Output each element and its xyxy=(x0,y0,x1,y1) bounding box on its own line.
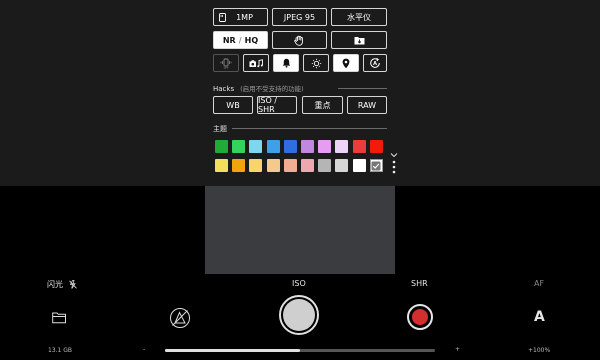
resolution-button[interactable]: 1MP xyxy=(213,8,268,26)
shutter-button[interactable] xyxy=(279,295,319,335)
theme-swatch[interactable] xyxy=(215,159,228,172)
hacks-section-title: Hacks (启用不受支持的功能) xyxy=(213,83,304,93)
vibrate-icon: OFF xyxy=(220,58,232,69)
hack-raw-label: RAW xyxy=(357,100,377,110)
theme-swatch[interactable] xyxy=(266,159,280,172)
location-pin-icon xyxy=(342,58,350,69)
level-label: 水平仪 xyxy=(347,12,371,22)
theme-swatch[interactable] xyxy=(318,159,332,172)
hack-iso-shr-button[interactable]: ISO / SHR xyxy=(257,96,297,114)
flash-label: 闪光 xyxy=(47,280,63,289)
hacks-title: Hacks xyxy=(213,85,235,93)
zoom-minus[interactable]: - xyxy=(143,346,145,353)
rotation-toggle[interactable]: A xyxy=(363,54,387,72)
nr-separator: / xyxy=(238,35,242,45)
shr-label[interactable]: SHR xyxy=(411,279,428,288)
theme-swatch[interactable] xyxy=(301,159,314,172)
viewfinder-left xyxy=(0,186,205,274)
sound-toggle[interactable] xyxy=(243,54,269,72)
gesture-button[interactable] xyxy=(272,31,327,49)
vibrate-toggle[interactable]: OFF xyxy=(213,54,239,72)
format-button[interactable]: JPEG 95 xyxy=(272,8,327,26)
resolution-label: 1MP xyxy=(236,12,253,22)
theme-swatch[interactable] xyxy=(301,140,314,153)
notification-toggle[interactable] xyxy=(273,54,299,72)
hack-raw-button[interactable]: RAW xyxy=(347,96,387,114)
hq-label: HQ xyxy=(244,35,259,45)
shutter-button-inner xyxy=(283,299,315,331)
theme-swatch[interactable] xyxy=(335,159,349,172)
hacks-subtitle: (启用不受支持的功能) xyxy=(240,85,304,93)
nr-label: NR xyxy=(222,35,236,45)
format-label: JPEG 95 xyxy=(283,12,316,22)
hack-focus-label: 重点 xyxy=(314,100,331,110)
sd-card-icon xyxy=(219,12,226,22)
hack-focus-button[interactable]: 重点 xyxy=(302,96,343,114)
viewfinder-right xyxy=(395,186,600,274)
auto-rotate-icon: A xyxy=(369,57,381,69)
settings-panel: 1MP JPEG 95 水平仪 NR / HQ OFF A Hacks (启用不… xyxy=(0,0,600,186)
theme-swatch[interactable] xyxy=(335,140,349,153)
gallery-folder-icon[interactable] xyxy=(52,309,67,328)
theme-swatch[interactable] xyxy=(215,140,228,153)
hack-iso-shr-label: ISO / SHR xyxy=(258,96,277,114)
svg-text:OFF: OFF xyxy=(224,65,229,68)
brightness-toggle[interactable] xyxy=(303,54,329,72)
svg-text:A: A xyxy=(373,61,377,67)
theme-swatch[interactable] xyxy=(249,140,263,153)
theme-swatch[interactable] xyxy=(232,140,246,153)
iso-label[interactable]: ISO xyxy=(292,279,306,288)
af-label[interactable]: AF xyxy=(534,279,544,288)
save-location-button[interactable] xyxy=(331,31,387,49)
flash-control[interactable]: 闪光 xyxy=(47,279,77,290)
hack-wb-label: WB xyxy=(226,100,240,110)
theme-swatch[interactable] xyxy=(318,140,332,153)
location-toggle[interactable] xyxy=(333,54,359,72)
zoom-slider[interactable] xyxy=(165,349,435,352)
record-button[interactable] xyxy=(407,304,433,330)
hacks-divider xyxy=(338,88,387,89)
more-options-icon[interactable] xyxy=(392,159,396,178)
switch-camera-icon[interactable] xyxy=(169,307,191,333)
check-icon xyxy=(371,161,381,170)
zoom-plus[interactable]: + xyxy=(455,346,460,353)
brightness-icon xyxy=(311,58,322,69)
record-button-dot xyxy=(412,309,428,325)
bell-icon xyxy=(282,58,291,68)
camera-music-icon xyxy=(249,58,264,68)
theme-swatch[interactable] xyxy=(369,140,383,153)
storage-free: 13.1 GB xyxy=(48,347,73,354)
theme-divider xyxy=(232,128,387,129)
theme-swatch[interactable] xyxy=(249,159,263,172)
zoom-slider-fill xyxy=(165,349,300,352)
focus-mode-label[interactable]: A xyxy=(534,309,545,325)
theme-swatch-selected[interactable] xyxy=(369,159,383,172)
theme-swatch[interactable] xyxy=(266,140,280,153)
hack-wb-button[interactable]: WB xyxy=(213,96,253,114)
flash-off-icon xyxy=(69,280,77,289)
viewfinder-preview[interactable] xyxy=(205,186,395,274)
theme-swatch[interactable] xyxy=(232,159,246,172)
nr-hq-button[interactable]: NR / HQ xyxy=(213,31,268,49)
theme-swatch[interactable] xyxy=(352,159,366,172)
theme-section-title: 主题 xyxy=(213,125,227,133)
level-button[interactable]: 水平仪 xyxy=(331,8,387,26)
folder-download-icon xyxy=(354,36,365,45)
theme-swatch[interactable] xyxy=(283,140,297,153)
hand-icon xyxy=(294,35,305,46)
theme-swatch[interactable] xyxy=(352,140,366,153)
theme-swatch[interactable] xyxy=(283,159,297,172)
zoom-level: +100% xyxy=(528,347,551,354)
